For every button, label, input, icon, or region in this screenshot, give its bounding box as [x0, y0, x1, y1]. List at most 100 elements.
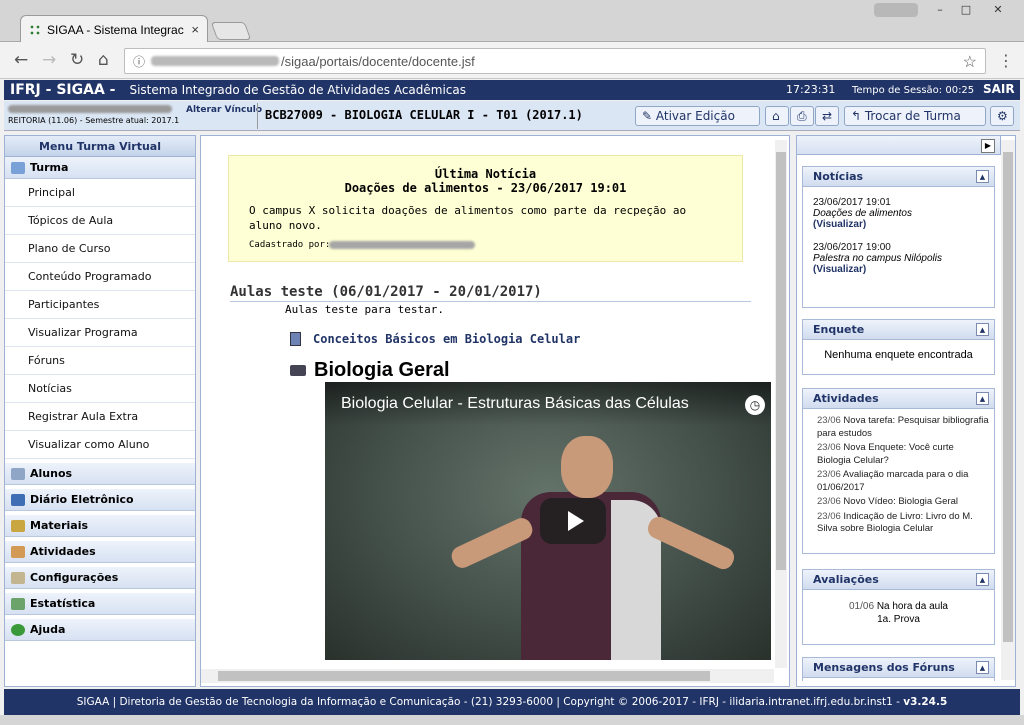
play-icon[interactable] — [568, 511, 584, 531]
menu-title: Menu Turma Virtual — [5, 136, 195, 157]
watch-later-icon[interactable]: ◷ — [745, 395, 765, 415]
trocar-turma-button[interactable]: ↰ Trocar de Turma — [844, 106, 986, 126]
minimize-icon[interactable]: – — [928, 2, 952, 18]
group-icon — [11, 161, 25, 174]
notice-subtitle: Doações de alimentos - 23/06/2017 19:01 — [344, 181, 627, 195]
activity-item: 23/06 Nova Enquete: Você curte Biologia … — [817, 442, 990, 467]
activity-item: 23/06 Nova tarefa: Pesquisar bibliografi… — [817, 415, 990, 440]
settings-icon — [11, 571, 25, 584]
menu-item[interactable]: Fóruns — [5, 347, 195, 375]
video-heading: Biologia Geral — [290, 359, 450, 382]
doc-link-label[interactable]: Conceitos Básicos em Biologia Celular — [313, 332, 580, 346]
menu-section-alunos[interactable]: Alunos — [5, 463, 195, 485]
section-label: Atividades — [30, 545, 96, 558]
close-window-icon[interactable]: ✕ — [986, 2, 1010, 18]
logout-link[interactable]: SAIR — [983, 82, 1015, 96]
doc-link[interactable]: Conceitos Básicos em Biologia Celular — [290, 332, 580, 346]
news-title: Doações de alimentos — [813, 208, 912, 219]
bookmark-star-icon[interactable]: ☆ — [963, 52, 977, 72]
evaluation-desc: Na hora da aula — [876, 601, 948, 612]
evaluations-panel: Avaliações ▲ 01/06 Na hora da aula 1a. Pr… — [802, 569, 995, 645]
home-button-icon[interactable]: ⌂ — [765, 106, 789, 126]
center-hscroll-thumb[interactable] — [218, 671, 710, 681]
activity-date: 23/06 — [817, 442, 841, 453]
students-icon — [11, 467, 25, 480]
activities-icon — [11, 545, 25, 558]
topic-divider — [230, 301, 751, 302]
section-label: Estatística — [30, 597, 96, 610]
print-icon[interactable]: ⎙ — [790, 106, 814, 126]
right-scroll-thumb[interactable] — [1003, 152, 1013, 642]
close-tab-icon[interactable]: × — [191, 22, 199, 37]
collapse-icon[interactable]: ▲ — [976, 170, 989, 183]
config-icon[interactable]: ⚙ — [990, 106, 1014, 126]
right-sidebar-header — [796, 135, 1001, 155]
expand-right-icon[interactable]: ▶ — [981, 139, 995, 153]
ativar-edicao-button[interactable]: ✎ Ativar Edição — [635, 106, 760, 126]
collapse-icon[interactable]: ▲ — [976, 661, 989, 674]
video-player[interactable]: Biologia Celular - Estruturas Básicas da… — [325, 382, 771, 660]
browser-toolbar: ← → ↻ ⌂ ⓘ /sigaa/portais/docente/docente… — [0, 42, 1024, 79]
swap-icon[interactable]: ⇄ — [815, 106, 839, 126]
menu-section-atividades[interactable]: Atividades — [5, 541, 195, 563]
menu-item[interactable]: Visualizar como Aluno — [5, 431, 195, 459]
poll-empty-message: Nenhuma enquete encontrada — [824, 349, 973, 361]
activities-panel-title: Atividades ▲ — [803, 389, 994, 409]
maximize-icon[interactable]: □ — [954, 2, 978, 18]
forward-icon[interactable]: → — [42, 51, 56, 69]
center-scroll-thumb[interactable] — [776, 152, 786, 570]
back-icon[interactable]: ← — [14, 51, 28, 69]
panel-title: Avaliações — [813, 573, 879, 586]
profile-button[interactable] — [874, 3, 918, 17]
menu-item[interactable]: Conteúdo Programado — [5, 263, 195, 291]
menu-section-estatistica[interactable]: Estatística — [5, 593, 195, 615]
collapse-icon[interactable]: ▲ — [976, 392, 989, 405]
menu-section-materiais[interactable]: Materiais — [5, 515, 195, 537]
menu-item[interactable]: Plano de Curso — [5, 235, 195, 263]
evaluation-when: 01/06 Na hora da aula — [803, 600, 994, 613]
footer-version: v3.24.5 — [903, 696, 948, 708]
notice-author-label: Cadastrado por: — [249, 240, 331, 250]
new-tab-button[interactable] — [210, 22, 252, 40]
menu-item[interactable]: Registrar Aula Extra — [5, 403, 195, 431]
menu-item[interactable]: Participantes — [5, 291, 195, 319]
info-icon[interactable]: ⓘ — [133, 53, 145, 70]
reload-icon[interactable]: ↻ — [70, 51, 84, 69]
section-label: Configurações — [30, 571, 119, 584]
menu-item[interactable]: Principal — [5, 179, 195, 207]
news-view-link[interactable]: (Visualizar) — [813, 264, 984, 275]
url-text: /sigaa/portais/docente/docente.jsf — [281, 53, 475, 69]
notice-body: O campus X solicita doações de alimentos… — [249, 204, 687, 232]
menu-item[interactable]: Visualizar Programa — [5, 319, 195, 347]
menu-item[interactable]: Tópicos de Aula — [5, 207, 195, 235]
menu-section-ajuda[interactable]: Ajuda — [5, 619, 195, 641]
turma-items: Principal Tópicos de Aula Plano de Curso… — [5, 179, 195, 459]
notice-title: Última Notícia — [434, 167, 537, 181]
menu-item[interactable]: Notícias — [5, 375, 195, 403]
section-label: Materiais — [30, 519, 89, 532]
news-panel: Notícias ▲ 23/06/2017 19:01 Doações de al… — [802, 166, 995, 308]
help-icon — [11, 623, 25, 636]
news-view-link[interactable]: (Visualizar) — [813, 219, 984, 230]
menu-section-diario[interactable]: Diário Eletrônico — [5, 489, 195, 511]
session-timer: Tempo de Sessão: 00:25 — [852, 85, 975, 96]
menu-section-config[interactable]: Configurações — [5, 567, 195, 589]
news-panel-title: Notícias ▲ — [803, 167, 994, 187]
panel-title: Notícias — [813, 170, 864, 183]
browser-tab[interactable]: SIGAA - Sistema Integrac × — [20, 15, 208, 43]
home-icon[interactable]: ⌂ — [98, 51, 109, 69]
footer-text: SIGAA | Diretoria de Gestão de Tecnologi… — [76, 696, 904, 708]
app-subtitle: Sistema Integrado de Gestão de Atividade… — [129, 83, 466, 97]
footer: SIGAA | Diretoria de Gestão de Tecnologi… — [4, 689, 1020, 715]
collapse-icon[interactable]: ▲ — [976, 573, 989, 586]
menu-section-turma[interactable]: Turma — [5, 157, 195, 179]
collapse-icon[interactable]: ▲ — [976, 323, 989, 336]
camera-icon — [290, 365, 306, 376]
activity-date: 23/06 — [817, 510, 841, 522]
panel-title: Enquete — [813, 323, 865, 336]
tab-title: SIGAA - Sistema Integrac — [47, 22, 184, 37]
activity-item: 23/06 Avaliação marcada para o dia 01/06… — [817, 469, 990, 494]
alterar-vinculo-link[interactable]: Alterar Vínculo — [186, 105, 262, 115]
address-bar[interactable]: ⓘ /sigaa/portais/docente/docente.jsf ☆ — [124, 48, 986, 74]
browser-menu-icon[interactable]: ⋮ — [998, 51, 1014, 70]
